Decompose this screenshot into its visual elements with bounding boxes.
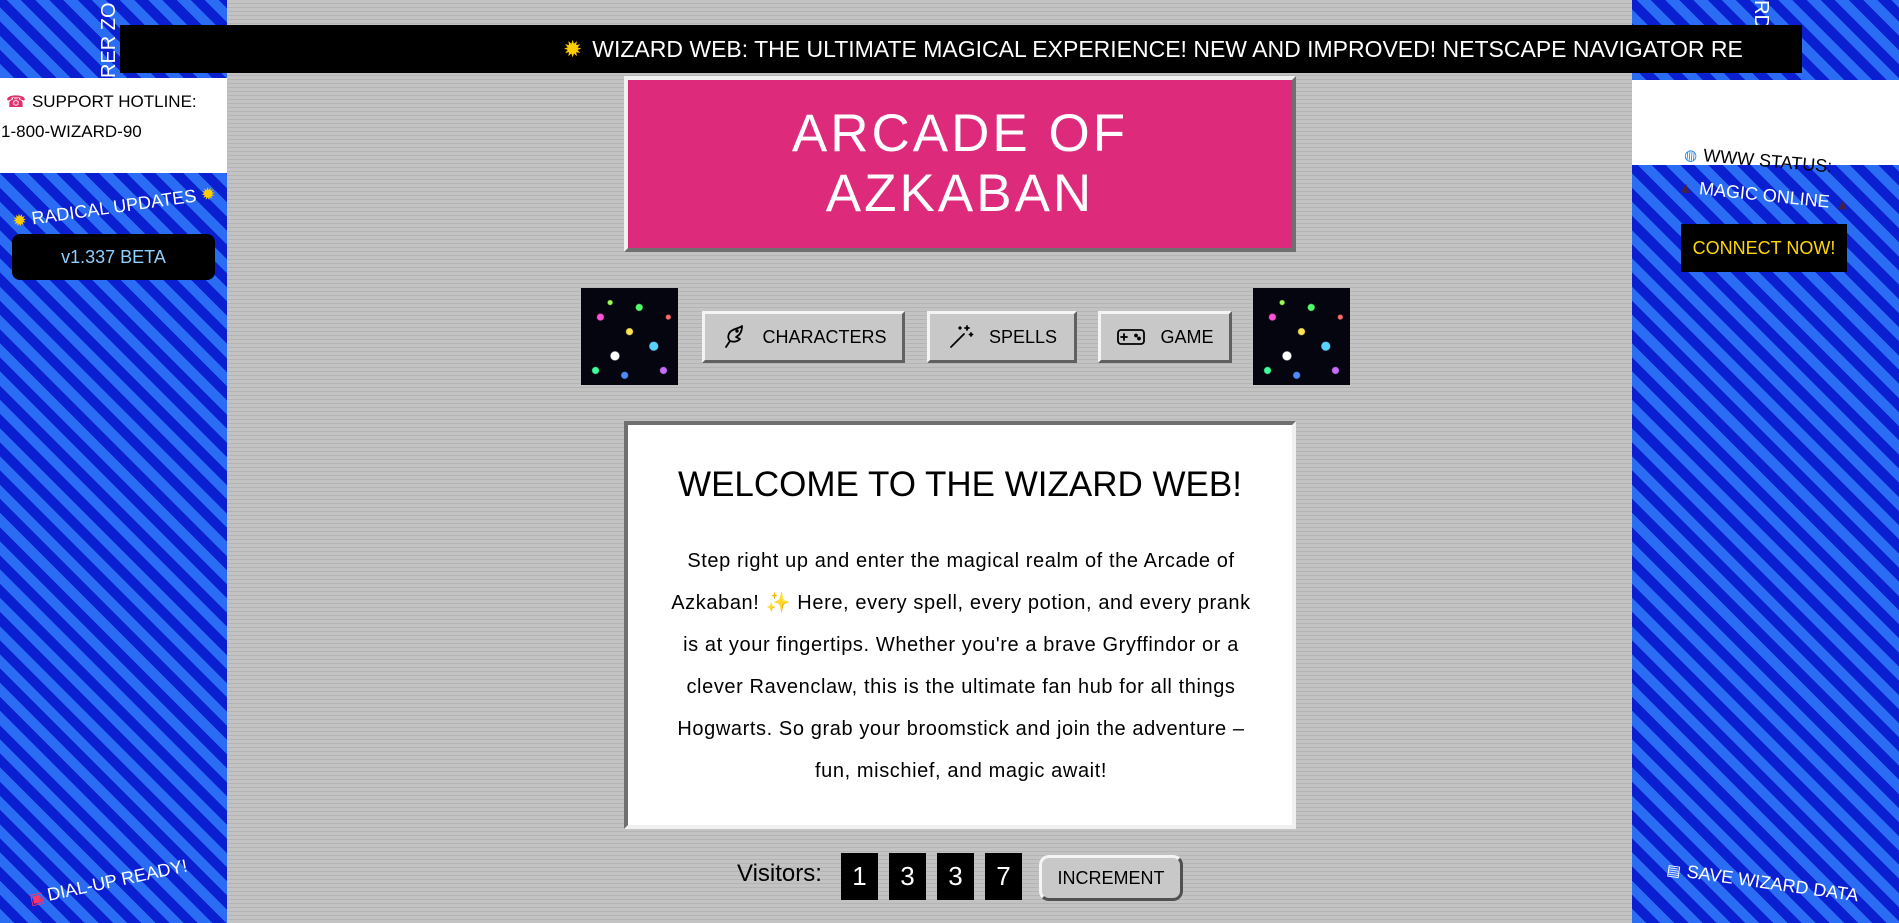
marquee-text: WIZARD WEB: THE ULTIMATE MAGICAL EXPERIE… bbox=[592, 36, 1743, 62]
connect-now-button[interactable]: CONNECT NOW! bbox=[1681, 224, 1847, 272]
visitor-counter-digit: 3 bbox=[937, 853, 974, 900]
sun-icon: ✹ bbox=[563, 36, 583, 62]
increment-button[interactable]: INCREMENT bbox=[1039, 855, 1183, 901]
right-bottom-stripe bbox=[1632, 165, 1899, 923]
floppy-disk-icon: ▤ bbox=[1665, 861, 1683, 881]
welcome-body: Step right up and enter the magical real… bbox=[666, 540, 1256, 792]
version-badge: v1.337 BETA bbox=[12, 234, 215, 280]
page-title: ARCADE OF AZKABAN bbox=[791, 104, 1129, 223]
nav-characters-button[interactable]: CHARACTERS bbox=[702, 311, 905, 363]
hotline-label-row: ☎ SUPPORT HOTLINE: bbox=[6, 92, 197, 112]
title-banner: ARCADE OF AZKABAN bbox=[624, 76, 1296, 252]
marquee-text-row: ✹ WIZARD WEB: THE ULTIMATE MAGICAL EXPERI… bbox=[563, 25, 1743, 73]
modem-icon: ▣ bbox=[28, 888, 46, 909]
support-hotline-box: ☎ SUPPORT HOTLINE: 1-800-WIZARD-90 bbox=[0, 78, 227, 173]
welcome-panel: WELCOME TO THE WIZARD WEB! Step right up… bbox=[624, 421, 1296, 829]
right-sidebar: RD ◍ WWW STATUS: ▲ MAGIC ONLINE ▲ CONNECT N… bbox=[1632, 0, 1899, 923]
visitor-counter-digit: 1 bbox=[841, 853, 878, 900]
sparkle-image bbox=[581, 288, 678, 385]
left-bottom-stripe bbox=[0, 173, 227, 923]
marquee-banner: ✹ WIZARD WEB: THE ULTIMATE MAGICAL EXPERI… bbox=[120, 25, 1802, 73]
visitor-counter-digit: 7 bbox=[985, 853, 1022, 900]
sun-icon: ✹ bbox=[199, 183, 217, 205]
welcome-body-part2: Here, every spell, every potion, and eve… bbox=[677, 592, 1251, 782]
sun-icon: ✹ bbox=[11, 210, 29, 232]
sparkle-image bbox=[1253, 288, 1350, 385]
visitor-counter-digit: 3 bbox=[889, 853, 926, 900]
left-vertical-text: RER ZO bbox=[98, 2, 120, 78]
hotline-number[interactable]: 1-800-WIZARD-90 bbox=[1, 122, 142, 142]
nav-spells-button[interactable]: SPELLS bbox=[927, 311, 1077, 363]
left-sidebar: RER ZO ☎ SUPPORT HOTLINE: 1-800-WIZARD-90… bbox=[0, 0, 227, 923]
nav-game-label: GAME bbox=[1160, 326, 1214, 347]
gamepad-icon bbox=[1117, 329, 1146, 345]
nav-game-button[interactable]: GAME bbox=[1098, 311, 1232, 363]
phone-icon: ☎ bbox=[6, 94, 26, 111]
globe-icon: ◍ bbox=[1683, 146, 1698, 165]
sparkles-icon: ✨ bbox=[765, 592, 792, 614]
magic-wand-icon bbox=[950, 325, 974, 348]
hotline-label: SUPPORT HOTLINE: bbox=[31, 92, 197, 111]
visitors-label: Visitors: bbox=[737, 860, 822, 887]
wizard-hat-icon: ▲ bbox=[1677, 179, 1695, 198]
nav-spells-label: SPELLS bbox=[988, 326, 1058, 347]
welcome-title: WELCOME TO THE WIZARD WEB! bbox=[678, 465, 1242, 504]
nav-characters-label: CHARACTERS bbox=[762, 326, 887, 347]
wizard-hat-icon: ▲ bbox=[1834, 195, 1852, 214]
bird-icon bbox=[725, 325, 744, 348]
